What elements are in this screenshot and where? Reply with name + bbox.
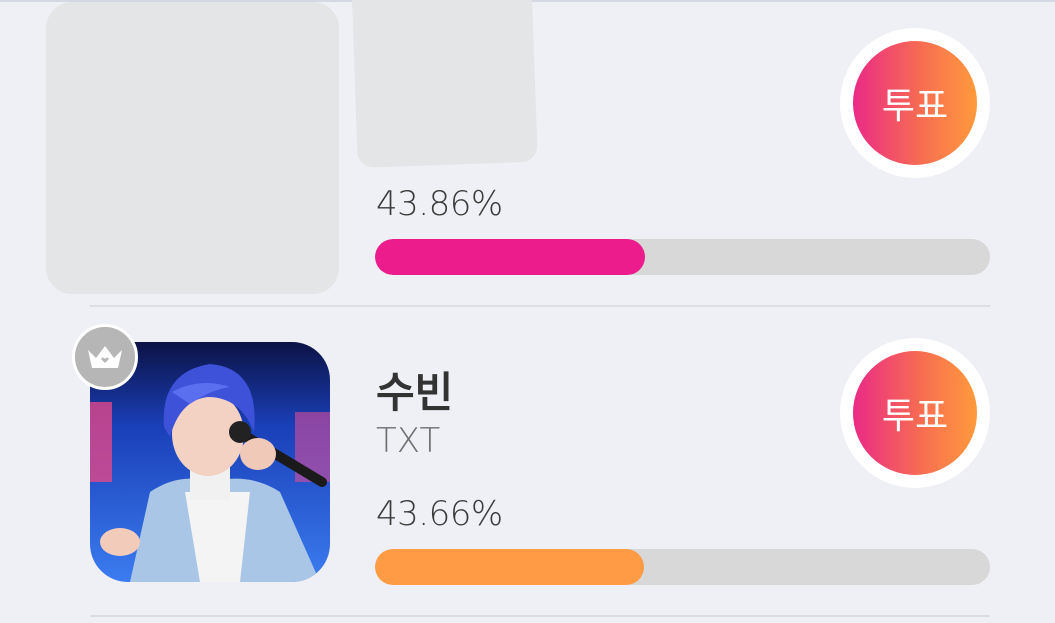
entry-divider-bottom	[90, 615, 990, 617]
entry-1-vote-button[interactable]: 투표	[853, 41, 977, 165]
entry-2-vote-button[interactable]: 투표	[853, 351, 977, 475]
entry-1-text-placeholder	[352, 0, 538, 168]
entry-1-vote-ring: 투표	[840, 28, 990, 178]
entry-2-group: TXT	[376, 421, 441, 461]
entry-2-progress-fill	[375, 549, 644, 585]
crown-icon	[88, 346, 122, 368]
entry-2-vote-ring: 투표	[840, 338, 990, 488]
entry-2-name: 수빈	[376, 368, 454, 417]
entry-2-percent: 43.66%	[376, 494, 503, 534]
entry-1-percent: 43.86%	[376, 184, 503, 224]
entry-1-progress-track	[375, 239, 990, 275]
entry-divider	[90, 305, 990, 307]
entry-1-photo-placeholder	[46, 2, 339, 294]
entry-2-progress-track	[375, 549, 990, 585]
crown-badge	[72, 324, 138, 390]
entry-1-progress-fill	[375, 239, 645, 275]
